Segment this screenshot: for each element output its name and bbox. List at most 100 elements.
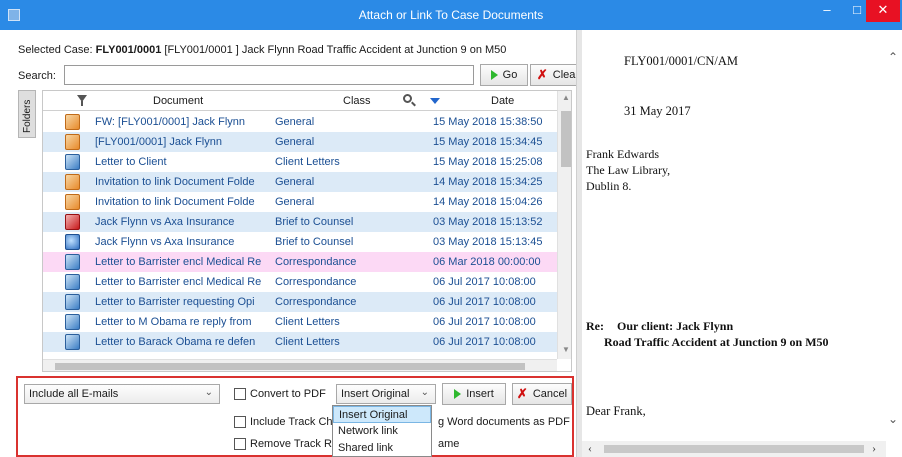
letter-re-line: Re: Our client: Jack Flynn bbox=[586, 319, 733, 334]
selected-case-line: Selected Case: FLY001/0001 [FLY001/0001 … bbox=[18, 44, 506, 56]
column-header-class[interactable]: Class bbox=[343, 95, 371, 107]
email-icon bbox=[65, 114, 80, 130]
email-icon bbox=[65, 174, 80, 190]
go-button[interactable]: Go bbox=[480, 64, 528, 86]
table-row[interactable]: Invitation to link Document Folde Genera… bbox=[43, 192, 557, 212]
letter-date: 31 May 2017 bbox=[624, 104, 691, 118]
dropdown-option-shared-link[interactable]: Shared link bbox=[333, 440, 431, 457]
scroll-thumb[interactable] bbox=[55, 363, 525, 370]
class-cell: Brief to Counsel bbox=[275, 236, 354, 248]
class-cell: Correspondance bbox=[275, 296, 357, 308]
email-filter-select[interactable]: Include all E-mails ⌄ bbox=[24, 384, 220, 404]
document-cell: FW: [FLY001/0001] Jack Flynn bbox=[95, 116, 245, 128]
class-cell: Client Letters bbox=[275, 156, 340, 168]
date-cell: 15 May 2018 15:25:08 bbox=[433, 156, 543, 168]
table-row[interactable]: Jack Flynn vs Axa Insurance Brief to Cou… bbox=[43, 232, 557, 252]
class-cell: Correspondance bbox=[275, 276, 357, 288]
sort-descending-icon[interactable] bbox=[430, 98, 440, 104]
scroll-thumb[interactable] bbox=[604, 445, 864, 453]
word-as-pdf-label: g Word documents as PDF bbox=[438, 416, 570, 428]
insert-mode-select[interactable]: Insert Original ⌄ bbox=[336, 384, 436, 404]
minimize-button[interactable]: – bbox=[812, 0, 842, 22]
include-track-changes-label: Include Track Ch bbox=[250, 416, 333, 428]
table-row[interactable]: Invitation to link Document Folde Genera… bbox=[43, 172, 557, 192]
scroll-down-icon[interactable]: ▼ bbox=[558, 345, 571, 354]
document-cell: Invitation to link Document Folde bbox=[95, 196, 255, 208]
document-cell: Jack Flynn vs Axa Insurance bbox=[95, 216, 235, 228]
email-icon bbox=[65, 134, 80, 150]
play-icon bbox=[454, 389, 462, 399]
word-doc-icon bbox=[65, 294, 80, 310]
cancel-button[interactable]: ✗ Cancel bbox=[512, 383, 572, 405]
document-cell: Invitation to link Document Folde bbox=[95, 176, 255, 188]
search-icon[interactable] bbox=[403, 94, 412, 103]
address-line: Frank Edwards bbox=[586, 147, 659, 161]
scroll-up-icon[interactable]: ⌃ bbox=[888, 50, 898, 65]
date-cell: 03 May 2018 15:13:52 bbox=[433, 216, 543, 228]
column-header-date[interactable]: Date bbox=[491, 95, 514, 107]
cancel-label: Cancel bbox=[532, 388, 568, 400]
email-filter-value: Include all E-mails bbox=[29, 388, 119, 400]
remove-track-changes-checkbox[interactable] bbox=[234, 438, 246, 450]
table-row[interactable]: Jack Flynn vs Axa Insurance Brief to Cou… bbox=[43, 212, 557, 232]
document-cell: Letter to Barack Obama re defen bbox=[95, 336, 256, 348]
documents-grid: Document Class Date FW: [FLY001/0001] Ja… bbox=[42, 90, 572, 372]
class-cell: Client Letters bbox=[275, 336, 340, 348]
clear-icon: ✗ bbox=[536, 67, 548, 82]
table-row[interactable]: Letter to Client Client Letters 15 May 2… bbox=[43, 152, 557, 172]
selected-case-description: [FLY001/0001 ] Jack Flynn Road Traffic A… bbox=[164, 44, 507, 56]
grid-horizontal-scrollbar[interactable] bbox=[43, 359, 557, 371]
date-cell: 06 Jul 2017 10:08:00 bbox=[433, 336, 536, 348]
class-cell: Client Letters bbox=[275, 316, 340, 328]
table-row[interactable]: Letter to M Obama re reply from Client L… bbox=[43, 312, 557, 332]
play-icon bbox=[490, 70, 498, 80]
dropdown-option-insert-original[interactable]: Insert Original bbox=[333, 406, 431, 423]
table-row[interactable]: Letter to Barrister encl Medical Re Corr… bbox=[43, 272, 557, 292]
date-cell: 14 May 2018 15:04:26 bbox=[433, 196, 543, 208]
link-icon bbox=[65, 234, 80, 250]
search-input[interactable] bbox=[64, 65, 474, 85]
remove-track-changes-label: Remove Track Re bbox=[250, 438, 339, 450]
search-label: Search: bbox=[18, 70, 56, 82]
preview-vertical-scrollbar[interactable]: ⌃ ⌄ bbox=[886, 30, 902, 441]
document-cell: Letter to Client bbox=[95, 156, 167, 168]
name-option-label: ame bbox=[438, 438, 460, 450]
table-row[interactable]: FW: [FLY001/0001] Jack Flynn General 15 … bbox=[43, 112, 557, 132]
table-row-selected[interactable]: Letter to Barrister encl Medical Re Corr… bbox=[43, 252, 557, 272]
document-cell: [FLY001/0001] Jack Flynn bbox=[95, 136, 222, 148]
document-preview: FLY001/0001/CN/AM 31 May 2017 Frank Edwa… bbox=[582, 30, 902, 457]
selected-case-code: FLY001/0001 bbox=[95, 44, 162, 56]
close-button[interactable]: ✕ bbox=[866, 0, 900, 22]
date-cell: 03 May 2018 15:13:45 bbox=[433, 236, 543, 248]
folders-tab[interactable]: Folders bbox=[18, 90, 36, 138]
scroll-left-icon[interactable]: ‹ bbox=[588, 441, 592, 456]
preview-horizontal-scrollbar[interactable]: ‹ › bbox=[582, 441, 886, 457]
grid-rows: FW: [FLY001/0001] Jack Flynn General 15 … bbox=[43, 112, 557, 352]
column-header-document[interactable]: Document bbox=[153, 95, 203, 107]
insert-label: Insert bbox=[466, 388, 494, 400]
table-row[interactable]: Letter to Barack Obama re defen Client L… bbox=[43, 332, 557, 352]
chevron-down-icon: ⌄ bbox=[420, 387, 429, 398]
attach-options-panel: Include all E-mails ⌄ Convert to PDF Ins… bbox=[16, 376, 574, 457]
dropdown-option-network-link[interactable]: Network link bbox=[333, 423, 431, 440]
document-cell: Letter to M Obama re reply from bbox=[95, 316, 252, 328]
include-track-changes-checkbox[interactable] bbox=[234, 416, 246, 428]
scroll-right-icon[interactable]: › bbox=[872, 441, 876, 456]
word-doc-icon bbox=[65, 274, 80, 290]
word-doc-icon bbox=[65, 254, 80, 270]
word-doc-icon bbox=[65, 314, 80, 330]
grid-vertical-scrollbar[interactable]: ▲ ▼ bbox=[557, 91, 571, 359]
scroll-thumb[interactable] bbox=[561, 111, 571, 167]
insert-button[interactable]: Insert bbox=[442, 383, 506, 405]
scroll-up-icon[interactable]: ▲ bbox=[558, 93, 571, 102]
table-row[interactable]: [FLY001/0001] Jack Flynn General 15 May … bbox=[43, 132, 557, 152]
insert-mode-value: Insert Original bbox=[341, 388, 410, 400]
scroll-down-icon[interactable]: ⌄ bbox=[888, 412, 898, 427]
convert-pdf-checkbox[interactable] bbox=[234, 388, 246, 400]
class-cell: General bbox=[275, 116, 315, 128]
class-cell: General bbox=[275, 176, 315, 188]
table-row[interactable]: Letter to Barrister requesting Opi Corre… bbox=[43, 292, 557, 312]
filter-icon-stem bbox=[81, 101, 83, 106]
date-cell: 15 May 2018 15:38:50 bbox=[433, 116, 543, 128]
document-cell: Letter to Barrister encl Medical Re bbox=[95, 256, 262, 268]
